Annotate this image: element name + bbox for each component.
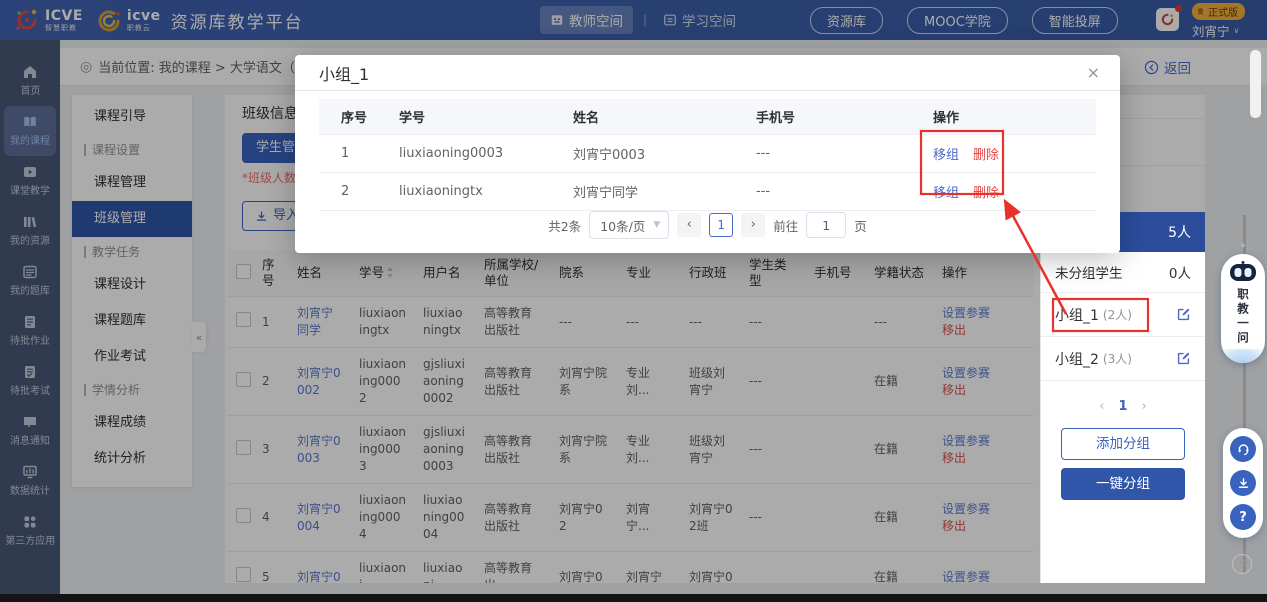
group-pagination: ‹ 1 › [1041,389,1205,423]
prev-page-icon[interactable]: ‹ [1099,399,1104,414]
next-page-icon[interactable]: › [1142,399,1147,414]
scrollbar-thumb[interactable] [1250,50,1261,118]
total-count: 5人 [1168,222,1191,242]
edit-group-icon[interactable] [1176,307,1191,322]
group-panel: 5人 未分组学生 0人 小组_1 (2人) 小组_2 (3人) ‹ 1 › 添加… [1040,212,1205,583]
goto-label: 前往 [773,216,798,235]
next-page-button[interactable]: › [741,213,765,237]
delete-member-link[interactable]: 删除 [973,186,999,201]
per-page-select[interactable]: 10条/页 ▼ [589,211,669,239]
current-page-button[interactable]: 1 [709,213,733,237]
edit-group-icon[interactable] [1176,351,1191,366]
floating-toolbar: ? [1223,428,1263,538]
goto-page-input[interactable] [806,212,846,238]
ungrouped-count: 0人 [1169,262,1191,282]
page-number[interactable]: 1 [1118,399,1127,414]
move-group-link[interactable]: 移组 [933,186,959,201]
page-unit-label: 页 [854,216,867,235]
group-row-2[interactable]: 小组_2 (3人) [1041,337,1205,381]
move-group-link[interactable]: 移组 [933,148,959,163]
member-row: 2 liuxiaoningtx 刘宵宁同学 --- 移组删除 [319,173,1096,211]
group-members-table: 序号 学号 姓名 手机号 操作 1 liuxiaoning0003 刘宵宁000… [319,99,1096,211]
modal-pagination: 共2条 10条/页 ▼ ‹ 1 › 前往 页 [295,211,1120,239]
chevron-down-icon: ▼ [653,220,660,230]
sparkle-icon: ✦ [1219,240,1267,254]
help-button[interactable]: ? [1230,504,1256,530]
total-label: 共2条 [548,216,581,235]
add-group-button[interactable]: 添加分组 [1061,428,1185,460]
bottom-bar [0,594,1267,602]
delete-member-link[interactable]: 删除 [973,148,999,163]
customer-service-button[interactable] [1230,436,1256,462]
download-circle-icon [1236,476,1251,491]
headset-icon [1236,442,1251,457]
group-row-1[interactable]: 小组_1 (2人) [1041,293,1205,337]
group-detail-modal: 小组_1 × 序号 学号 姓名 手机号 操作 1 liuxiaoning0003… [295,55,1120,253]
auto-group-button[interactable]: 一键分组 [1061,468,1185,500]
assistant-label: 职教一问 [1235,288,1251,346]
robot-icon [1229,260,1257,284]
modal-close-icon[interactable]: × [1087,65,1100,81]
modal-title: 小组_1 [319,61,369,85]
question-icon: ? [1239,510,1247,525]
assistant-widget[interactable]: ✦ 职教一问 [1219,240,1267,363]
close-toolbar-button[interactable]: × [1232,554,1252,574]
member-row: 1 liuxiaoning0003 刘宵宁0003 --- 移组删除 [319,135,1096,173]
download-center-button[interactable] [1230,470,1256,496]
cloud-icon [1221,349,1265,363]
ungrouped-students-row[interactable]: 未分组学生 0人 [1041,252,1205,293]
prev-page-button[interactable]: ‹ [677,213,701,237]
close-icon: × [1237,556,1246,569]
